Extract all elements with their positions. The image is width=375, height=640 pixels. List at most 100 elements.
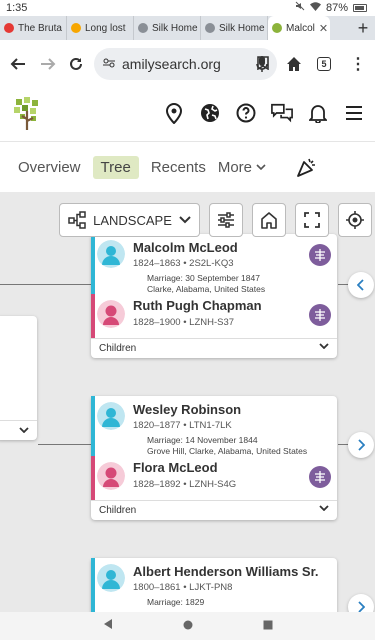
tab-label: Long lost: [85, 22, 126, 34]
expand-right-button[interactable]: [348, 432, 374, 458]
mute-icon: [295, 1, 305, 14]
location-pin-icon[interactable]: [163, 102, 185, 124]
couple-card[interactable]: Wesley Robinson 1820–1877 • LTN1-7LK Mar…: [91, 396, 337, 520]
status-icons: 87%: [295, 1, 367, 14]
close-tab-icon[interactable]: ✕: [319, 22, 328, 35]
site-header: [0, 88, 375, 142]
browser-tab[interactable]: Silk Home: [201, 16, 268, 40]
children-toggle[interactable]: Children: [91, 500, 337, 520]
person-lifespan-id: 1820–1877 • LTN1-7LK: [133, 420, 232, 431]
tree-layout-icon: [68, 211, 86, 229]
marriage-place: Grove Hill, Clarke, Alabama, United Stat…: [147, 446, 308, 456]
forward-arrow-icon[interactable]: [34, 50, 62, 78]
expand-left-button[interactable]: [348, 272, 374, 298]
system-nav-bar: [0, 612, 375, 640]
male-indicator-bar: [91, 396, 95, 456]
record-hint-icon[interactable]: [309, 466, 331, 488]
browser-menu-icon[interactable]: ⋮: [350, 54, 366, 74]
back-triangle-icon[interactable]: [103, 617, 113, 635]
battery-percent: 87%: [325, 1, 348, 14]
youtube-favicon-icon: [4, 23, 14, 33]
children-label: Children: [99, 505, 137, 516]
chevron-down-icon: [179, 216, 191, 224]
tab-label: Malcol: [286, 22, 315, 34]
female-avatar-icon: [97, 300, 125, 328]
messages-icon[interactable]: [271, 102, 293, 124]
hamburger-menu-icon[interactable]: [343, 102, 365, 124]
site-info-icon[interactable]: [102, 56, 116, 73]
expand-right-button[interactable]: [348, 594, 374, 612]
record-hint-icon[interactable]: [309, 304, 331, 326]
tab-more-label: More: [217, 158, 253, 176]
familysearch-favicon-icon: [272, 23, 282, 33]
tab-overview[interactable]: Overview: [18, 159, 81, 176]
filter-settings-button[interactable]: [209, 203, 243, 237]
tab-label: The Bruta: [18, 22, 62, 34]
person-lifespan-id: 1828–1900 • LZNH-S37: [133, 317, 235, 328]
reload-icon[interactable]: [62, 50, 90, 78]
person-name[interactable]: Malcolm McLeod: [133, 240, 238, 255]
male-indicator-bar: [91, 234, 95, 294]
person-name[interactable]: Ruth Pugh Chapman: [133, 298, 262, 313]
status-time: 1:35: [6, 2, 28, 14]
globe-favicon-icon: [138, 23, 148, 33]
tab-recents[interactable]: Recents: [151, 159, 206, 176]
recenter-button[interactable]: [338, 203, 372, 237]
person-name[interactable]: Wesley Robinson: [133, 402, 241, 417]
familysearch-logo[interactable]: [14, 97, 42, 136]
globe-favicon-icon: [205, 23, 215, 33]
header-icons: [163, 102, 365, 124]
tab-tree[interactable]: Tree: [92, 155, 139, 179]
chevron-down-icon: [319, 343, 329, 349]
celebration-icon[interactable]: [296, 156, 318, 182]
tab-more[interactable]: More: [218, 159, 266, 176]
tree-canvas[interactable]: Malcolm McLeod 1824–1863 • 2S2L-KQ3 Marr…: [0, 192, 375, 612]
tree-home-button[interactable]: [252, 203, 286, 237]
address-bar-row: amilysearch.org 5 ⋮: [0, 40, 375, 88]
fullscreen-button[interactable]: [295, 203, 329, 237]
person-name[interactable]: Albert Henderson Williams Sr.: [133, 564, 319, 579]
marriage-date: Marriage: 30 September 1847: [147, 273, 260, 283]
browser-tab-active[interactable]: Malcol ✕: [268, 16, 330, 40]
new-tab-icon[interactable]: +: [351, 18, 375, 39]
person-lifespan-id: 1800–1861 • LJKT-PN8: [133, 582, 233, 593]
chevron-left-icon: [357, 279, 364, 291]
partial-person-card[interactable]: [0, 316, 37, 440]
record-hint-icon[interactable]: [309, 244, 331, 266]
recents-square-icon[interactable]: [263, 617, 273, 635]
children-toggle[interactable]: Children: [91, 338, 337, 358]
person-name[interactable]: Flora McLeod: [133, 460, 218, 475]
browser-tab[interactable]: Silk Home: [134, 16, 201, 40]
site-favicon-icon: [71, 23, 81, 33]
globe-icon[interactable]: [199, 102, 221, 124]
back-arrow-icon[interactable]: [4, 50, 32, 78]
microphone-icon[interactable]: [256, 56, 268, 77]
chevron-down-icon: [319, 505, 329, 511]
chevron-right-icon: [358, 439, 365, 451]
notifications-bell-icon[interactable]: [307, 102, 329, 124]
male-indicator-bar: [91, 558, 95, 612]
couple-card[interactable]: Albert Henderson Williams Sr. 1800–1861 …: [91, 558, 337, 612]
layout-select[interactable]: LANDSCAPE: [59, 203, 200, 237]
address-bar[interactable]: amilysearch.org: [94, 48, 277, 80]
crosshair-icon: [346, 211, 364, 229]
status-bar: 1:35 87%: [0, 0, 375, 16]
tab-count-button[interactable]: 5: [317, 57, 331, 71]
home-circle-icon[interactable]: [183, 617, 193, 635]
chevron-down-icon[interactable]: [19, 427, 29, 433]
male-avatar-icon: [97, 402, 125, 430]
help-icon[interactable]: [235, 102, 257, 124]
battery-icon: [353, 3, 367, 12]
chevron-right-icon: [358, 601, 365, 612]
female-avatar-icon: [97, 462, 125, 490]
tree-toolbar: LANDSCAPE: [59, 203, 372, 237]
female-indicator-bar: [91, 456, 95, 500]
layout-label: LANDSCAPE: [93, 212, 172, 228]
home-icon[interactable]: [286, 56, 302, 77]
person-lifespan-id: 1828–1892 • LZNH-S4G: [133, 479, 237, 490]
browser-tab[interactable]: Long lost: [67, 16, 134, 40]
couple-card[interactable]: Malcolm McLeod 1824–1863 • 2S2L-KQ3 Marr…: [91, 234, 337, 358]
browser-tab[interactable]: The Bruta: [0, 16, 67, 40]
marriage-place: Clarke, Alabama, United States: [147, 284, 266, 294]
sliders-icon: [218, 212, 234, 228]
